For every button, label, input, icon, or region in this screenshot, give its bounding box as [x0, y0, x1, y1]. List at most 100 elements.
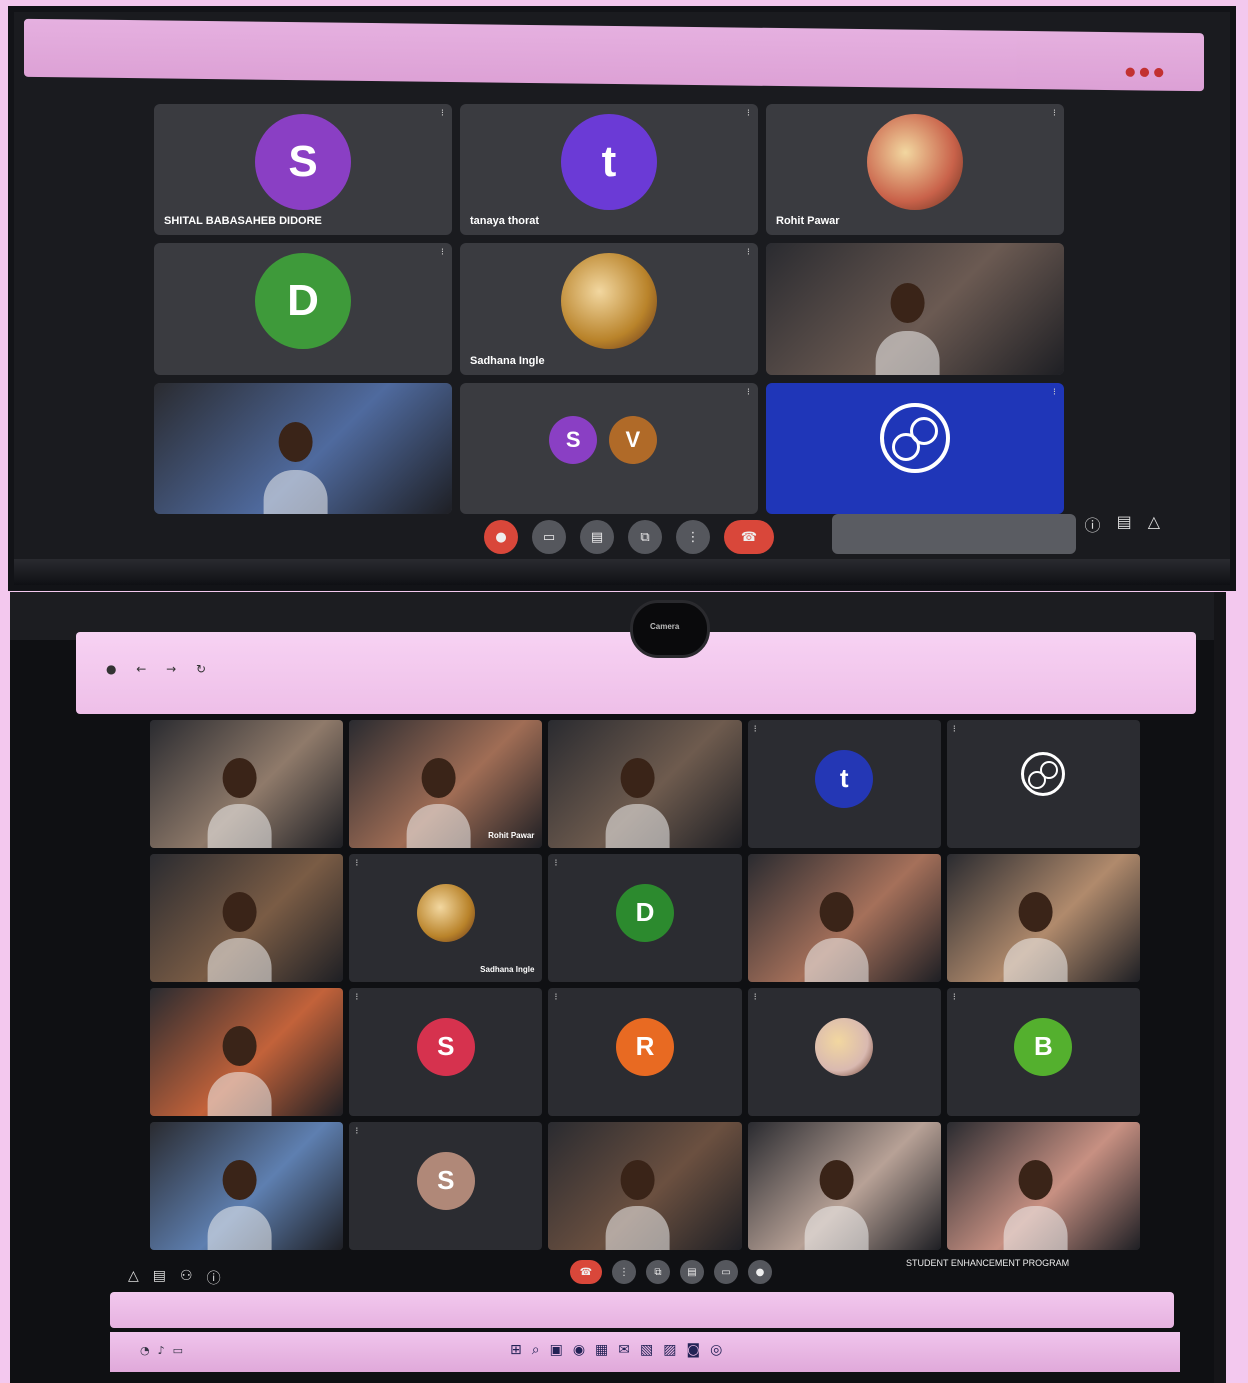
tile-options-icon[interactable]: ⁝: [441, 247, 444, 258]
obs-logo-icon: [880, 402, 950, 473]
participant-tile[interactable]: ⁝ D: [548, 854, 742, 982]
tile-options-icon[interactable]: ⁝: [355, 1126, 358, 1137]
camera-button[interactable]: ▭: [532, 520, 566, 554]
activities-icon[interactable]: △: [1148, 512, 1160, 536]
participant-tile[interactable]: ⁝: [150, 854, 344, 982]
participant-tile[interactable]: ⁝: [946, 1122, 1140, 1250]
participant-tile[interactable]: ⁝Rohit Pawar: [766, 104, 1064, 236]
browser-nav-buttons[interactable]: ● ← → ↻: [106, 662, 214, 676]
browser-icon[interactable]: ◉: [573, 1342, 585, 1358]
person-silhouette: [259, 383, 333, 514]
start-icon[interactable]: ⊞: [510, 1342, 522, 1358]
mic-button[interactable]: ●: [484, 520, 518, 554]
participant-name: Sadhana Ingle: [470, 354, 545, 367]
tile-options-icon[interactable]: ⁝: [1053, 387, 1056, 398]
participant-tile[interactable]: ⁝ S: [349, 988, 543, 1116]
person-head: [819, 1160, 854, 1201]
person-body: [804, 1206, 869, 1250]
tile-options-icon[interactable]: ⁝: [747, 387, 750, 398]
excel-icon[interactable]: ▨: [663, 1342, 676, 1358]
tile-options-icon[interactable]: ⁝: [441, 108, 444, 119]
tile-options-icon[interactable]: ⁝: [754, 724, 757, 735]
participant-tile[interactable]: ⁝ B: [946, 988, 1140, 1116]
tile-options-icon[interactable]: ⁝: [554, 858, 557, 869]
chat-icon[interactable]: ▤: [153, 1268, 166, 1288]
store-icon[interactable]: ▦: [595, 1342, 608, 1358]
participant-tile[interactable]: ⁝: [747, 854, 941, 982]
tile-options-icon[interactable]: ⁝: [953, 724, 956, 735]
tile-options-icon[interactable]: ⁝: [754, 992, 757, 1003]
end-call-button[interactable]: ☎: [570, 1260, 602, 1284]
participant-tile[interactable]: ⁝ D: [154, 243, 452, 375]
tile-options-icon[interactable]: ⁝: [953, 992, 956, 1003]
participant-tile[interactable]: ⁝: [766, 382, 1064, 514]
search-icon[interactable]: ⌕: [532, 1342, 540, 1358]
powerpoint-icon[interactable]: ◙: [686, 1342, 700, 1358]
taskbar-strip: [14, 559, 1230, 585]
battery-icon[interactable]: ▭: [173, 1344, 183, 1357]
participant-tile[interactable]: ⁝Rohit Pawar: [349, 720, 543, 848]
participant-tile[interactable]: ⁝: [150, 1122, 344, 1250]
chat-icon[interactable]: ▤: [1117, 512, 1132, 536]
word-icon[interactable]: ▧: [640, 1342, 653, 1358]
participant-photo-avatar: [815, 1017, 874, 1076]
mic-button[interactable]: ●: [748, 1260, 772, 1284]
person-body: [605, 1206, 670, 1250]
participant-tile[interactable]: ⁝: [548, 720, 742, 848]
participant-tile[interactable]: ⁝: [946, 854, 1140, 982]
participant-tile[interactable]: ⁝ t tanaya thorat: [460, 104, 758, 236]
tile-options-icon[interactable]: ⁝: [747, 108, 750, 119]
end-call-button[interactable]: ☎: [724, 520, 774, 554]
camera-button[interactable]: ▭: [714, 1260, 738, 1284]
tile-options-icon[interactable]: ⁝: [355, 858, 358, 869]
system-tray: ◔ ♪ ▭: [140, 1344, 183, 1357]
tile-options-icon[interactable]: ⁝: [554, 992, 557, 1003]
participant-avatar: R: [615, 1017, 674, 1076]
info-icon[interactable]: ⓘ: [207, 1268, 221, 1288]
chrome-icon[interactable]: ◎: [710, 1342, 722, 1358]
participant-avatar: t: [815, 749, 874, 808]
wifi-icon[interactable]: ◔: [140, 1344, 150, 1357]
participant-tile[interactable]: ⁝: [766, 243, 1064, 375]
webcam-brand-label: Camera: [650, 622, 680, 631]
window-controls-icon[interactable]: ● ● ●: [1125, 64, 1164, 78]
captions-button[interactable]: ▤: [680, 1260, 704, 1284]
participant-tile[interactable]: ⁝: [747, 1122, 941, 1250]
participant-tile[interactable]: ⁝: [747, 988, 941, 1116]
present-button[interactable]: ⧉: [646, 1260, 670, 1284]
more-options-button[interactable]: ⋮: [612, 1260, 636, 1284]
person-silhouette: [999, 1122, 1073, 1250]
person-head: [222, 1026, 257, 1067]
person-silhouette: [202, 854, 276, 982]
present-button[interactable]: ⧉: [628, 520, 662, 554]
info-icon[interactable]: ⓘ: [1085, 512, 1101, 536]
participant-tile[interactable]: ⁝: [150, 988, 344, 1116]
meeting-controls: ● ▭ ▤ ⧉ ⋮ ☎: [484, 520, 774, 554]
participant-tile[interactable]: ⁝ S SHITAL BABASAHEB DIDORE: [154, 104, 452, 236]
volume-icon[interactable]: ♪: [158, 1344, 165, 1357]
participant-tile[interactable]: ⁝: [154, 382, 452, 514]
participant-name: tanaya thorat: [470, 215, 540, 228]
participant-tile[interactable]: ⁝ Sadhana Ingle: [460, 243, 758, 375]
participant-tile[interactable]: ⁝ S V: [460, 382, 758, 514]
tile-options-icon[interactable]: ⁝: [747, 247, 750, 258]
captions-button[interactable]: ▤: [580, 520, 614, 554]
mail-icon[interactable]: ✉: [618, 1342, 630, 1358]
person-head: [620, 758, 655, 799]
participant-tile[interactable]: ⁝: [150, 720, 344, 848]
more-options-button[interactable]: ⋮: [676, 520, 710, 554]
participant-tile[interactable]: ⁝ R: [548, 988, 742, 1116]
participant-tile[interactable]: ⁝ t: [747, 720, 941, 848]
person-head: [278, 422, 313, 463]
participant-avatar: S: [549, 416, 598, 465]
tile-options-icon[interactable]: ⁝: [1053, 108, 1056, 119]
tile-options-icon[interactable]: ⁝: [355, 992, 358, 1003]
participant-tile[interactable]: ⁝: [548, 1122, 742, 1250]
participant-tile[interactable]: ⁝: [946, 720, 1140, 848]
participant-video: [747, 1122, 941, 1250]
activities-icon[interactable]: △: [128, 1268, 139, 1288]
participant-tile[interactable]: ⁝ S: [349, 1122, 543, 1250]
file-explorer-icon[interactable]: ▣: [550, 1342, 563, 1358]
people-icon[interactable]: ⚇: [180, 1268, 193, 1288]
participant-tile[interactable]: ⁝ Sadhana Ingle: [349, 854, 543, 982]
